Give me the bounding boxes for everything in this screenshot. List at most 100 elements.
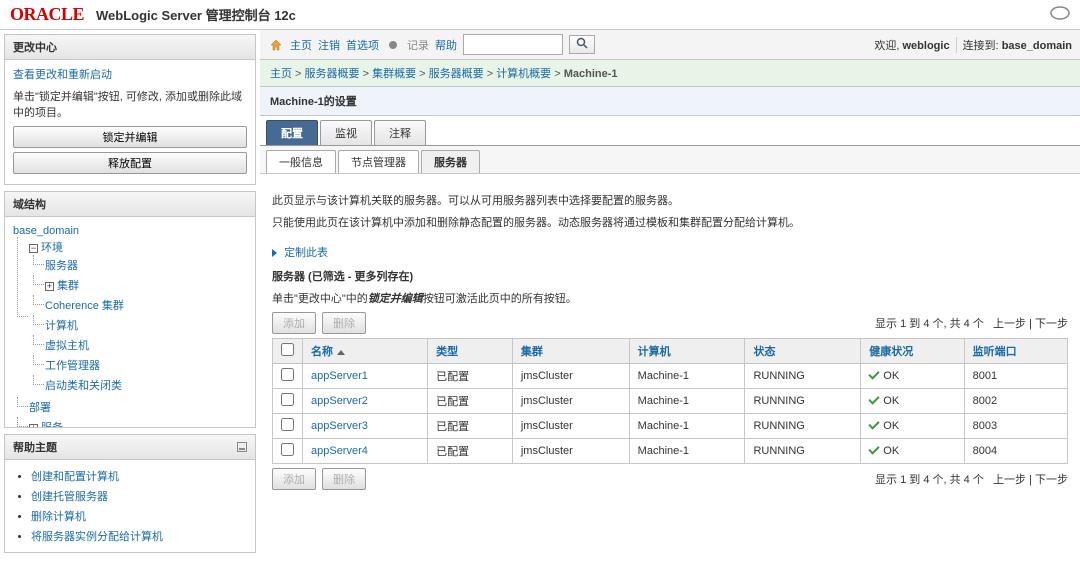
tree-workmgr[interactable]: 工作管理器 [45, 360, 100, 372]
tree-startup[interactable]: 启动类和关闭类 [45, 380, 122, 392]
cell-health: OK [861, 414, 964, 439]
cell-machine: Machine-1 [629, 439, 745, 464]
expand-icon[interactable]: + [29, 424, 38, 427]
cell-health: OK [861, 439, 964, 464]
lock-hint-pre: 单击"更改中心"中的 [272, 293, 368, 305]
subtab-general[interactable]: 一般信息 [266, 150, 336, 173]
col-type[interactable]: 类型 [436, 346, 458, 358]
change-center-portlet: 更改中心 查看更改和重新启动 单击"锁定并编辑"按钮, 可修改, 添加或删除此域… [4, 34, 256, 185]
ok-icon [869, 443, 880, 454]
tree-deploy[interactable]: 部署 [29, 402, 51, 414]
lock-edit-button[interactable]: 锁定并编辑 [13, 126, 247, 148]
tree-machines[interactable]: 计算机 [45, 320, 78, 332]
pager-bottom: 显示 1 到 4 个, 共 4 个 上一步 | 下一步 [875, 471, 1068, 487]
tree-servers[interactable]: 服务器 [45, 260, 78, 272]
server-name-link[interactable]: appServer2 [311, 395, 368, 407]
row-checkbox[interactable] [281, 443, 294, 456]
col-machine[interactable]: 计算机 [638, 346, 671, 358]
crumb[interactable]: 服务器概要 [305, 68, 360, 80]
view-changes-link[interactable]: 查看更改和重新启动 [13, 69, 112, 81]
search-button[interactable] [569, 35, 595, 54]
pager-prev: 上一步 [993, 318, 1026, 330]
pager-top: 显示 1 到 4 个, 共 4 个 上一步 | 下一步 [875, 315, 1068, 331]
ok-icon [869, 418, 880, 429]
tree-services[interactable]: 服务 [41, 422, 63, 427]
col-port[interactable]: 监听端口 [973, 346, 1017, 358]
server-name-link[interactable]: appServer4 [311, 445, 368, 457]
subtab-servers[interactable]: 服务器 [421, 150, 480, 173]
tree-coherence[interactable]: Coherence 集群 [45, 300, 124, 312]
row-checkbox[interactable] [281, 393, 294, 406]
cell-type: 已配置 [428, 364, 513, 389]
crumb[interactable]: 主页 [270, 68, 292, 80]
toolbar-home[interactable]: 主页 [290, 37, 312, 53]
crumb[interactable]: 集群概要 [372, 68, 416, 80]
col-cluster[interactable]: 集群 [521, 346, 543, 358]
cell-machine: Machine-1 [629, 414, 745, 439]
subtab-nodemgr[interactable]: 节点管理器 [338, 150, 419, 173]
welcome-prefix: 欢迎, [874, 40, 902, 52]
cell-health: OK [861, 364, 964, 389]
pager-prev: 上一步 [993, 474, 1026, 486]
desc1: 此页显示与该计算机关联的服务器。可以从可用服务器列表中选择要配置的服务器。 [272, 192, 1068, 208]
app-title: WebLogic Server 管理控制台 12c [96, 5, 296, 24]
col-health[interactable]: 健康状况 [869, 346, 913, 358]
change-center-hint: 单击"锁定并编辑"按钮, 可修改, 添加或删除此域中的项目。 [13, 88, 247, 120]
table-toolbar-top: 添加 删除 显示 1 到 4 个, 共 4 个 上一步 | 下一步 [272, 312, 1068, 334]
add-button[interactable]: 添加 [272, 468, 316, 490]
collapse-icon[interactable]: − [29, 244, 38, 253]
release-config-button[interactable]: 释放配置 [13, 152, 247, 174]
tab-notes[interactable]: 注释 [374, 120, 426, 145]
col-name[interactable]: 名称 [311, 346, 333, 358]
expand-icon[interactable]: + [45, 282, 54, 291]
ok-icon [869, 393, 880, 404]
remove-button[interactable]: 删除 [322, 312, 366, 334]
breadcrumb: 主页 > 服务器概要 > 集群概要 > 服务器概要 > 计算机概要 > Mach… [260, 60, 1080, 87]
lock-hint-post: 按钮可激活此页中的所有按钮。 [423, 293, 577, 305]
add-button[interactable]: 添加 [272, 312, 316, 334]
server-name-link[interactable]: appServer3 [311, 420, 368, 432]
lock-hint: 单击"更改中心"中的锁定并编辑按钮可激活此页中的所有按钮。 [272, 290, 1068, 306]
toolbar-prefs[interactable]: 首选项 [346, 37, 379, 53]
tree-clusters[interactable]: 集群 [57, 280, 79, 292]
select-all-checkbox[interactable] [281, 343, 294, 356]
tree-domain-root[interactable]: base_domain [13, 225, 79, 237]
table-row: appServer4已配置jmsClusterMachine-1RUNNINGO… [273, 439, 1068, 464]
tree-env[interactable]: 环境 [41, 242, 63, 254]
main-panel: 主页 注销 首选项 记录 帮助 欢迎, weblogic 连接到: base_d… [260, 30, 1080, 563]
domain-tree-portlet: 域结构 base_domain −环境 服务器 +集群 Coherence 集群… [4, 191, 256, 428]
server-name-link[interactable]: appServer1 [311, 370, 368, 382]
toolbar-help[interactable]: 帮助 [435, 37, 457, 53]
crumb[interactable]: 计算机概要 [496, 68, 551, 80]
crumb-current: Machine-1 [564, 68, 618, 80]
col-state[interactable]: 状态 [753, 346, 775, 358]
minimize-icon[interactable] [237, 442, 247, 452]
help-link[interactable]: 将服务器实例分配给计算机 [31, 531, 163, 543]
toolbar-logout[interactable]: 注销 [318, 37, 340, 53]
row-checkbox[interactable] [281, 368, 294, 381]
page-title: Machine-1的设置 [260, 87, 1080, 116]
cell-cluster: jmsCluster [512, 439, 629, 464]
crumb[interactable]: 服务器概要 [429, 68, 484, 80]
search-input[interactable] [463, 34, 563, 55]
home-icon[interactable] [268, 37, 284, 53]
sub-tabs: 一般信息 节点管理器 服务器 [260, 146, 1080, 174]
help-link[interactable]: 删除计算机 [31, 511, 86, 523]
help-portlet: 帮助主题 创建和配置计算机 创建托管服务器 删除计算机 将服务器实例分配给计算机 [4, 434, 256, 553]
help-link[interactable]: 创建和配置计算机 [31, 471, 119, 483]
pager-next: 下一步 [1035, 474, 1068, 486]
table-toolbar-bottom: 添加 删除 显示 1 到 4 个, 共 4 个 上一步 | 下一步 [272, 468, 1068, 490]
tab-config[interactable]: 配置 [266, 120, 318, 145]
tab-monitor[interactable]: 监视 [320, 120, 372, 145]
sort-asc-icon [337, 350, 345, 355]
welcome-user: weblogic [903, 40, 950, 52]
cell-cluster: jmsCluster [512, 389, 629, 414]
customize-table-link[interactable]: 定制此表 [284, 247, 328, 259]
table-row: appServer2已配置jmsClusterMachine-1RUNNINGO… [273, 389, 1068, 414]
remove-button[interactable]: 删除 [322, 468, 366, 490]
pager-next: 下一步 [1035, 318, 1068, 330]
change-center-title: 更改中心 [13, 39, 57, 55]
help-link[interactable]: 创建托管服务器 [31, 491, 108, 503]
row-checkbox[interactable] [281, 418, 294, 431]
tree-vhosts[interactable]: 虚拟主机 [45, 340, 89, 352]
